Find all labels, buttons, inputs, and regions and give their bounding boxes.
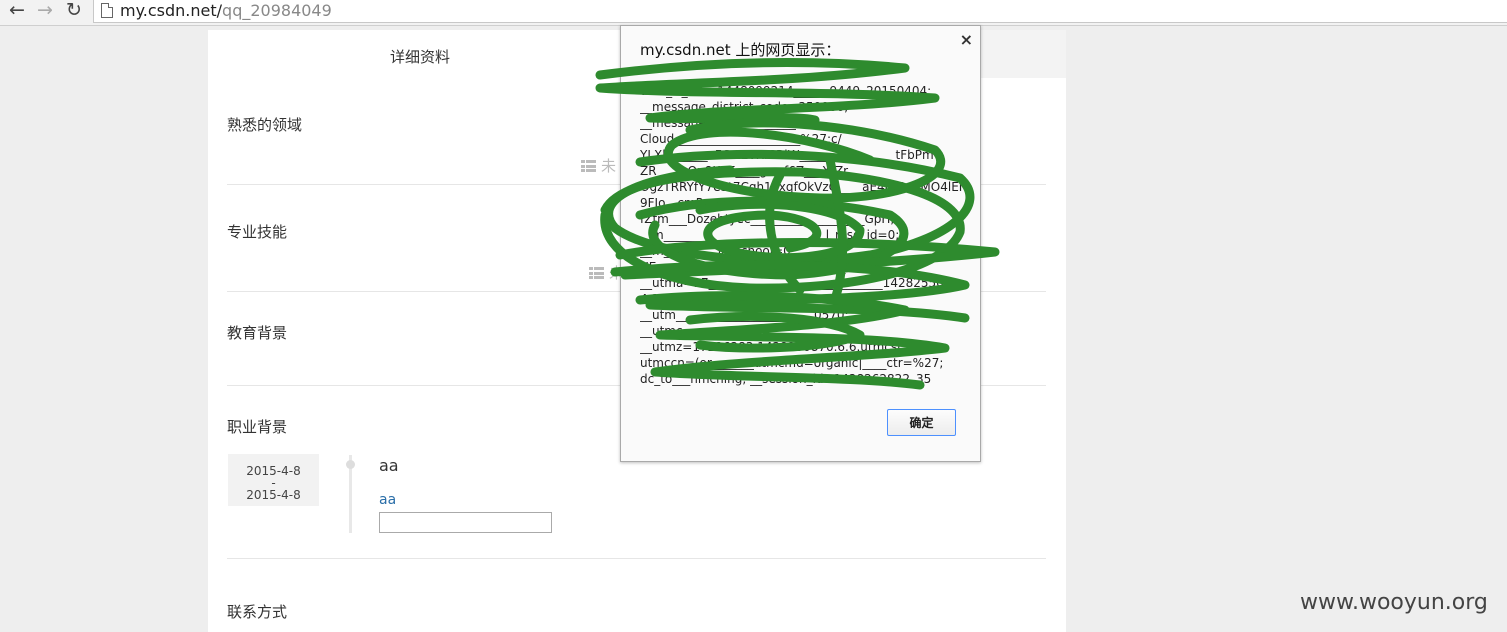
- dialog-message-line: __utmz=17226283.1428250870.6.6.utmcsr=so…: [640, 340, 930, 354]
- dialog-message-line: fZtm___Dozehtyec___________________GpH;: [640, 212, 895, 226]
- section-title-domains: 熟悉的领域: [227, 116, 303, 134]
- ok-button[interactable]: 确定: [887, 409, 956, 436]
- list-icon: [581, 160, 596, 172]
- url-host: my.csdn.net/: [120, 1, 223, 20]
- dialog-message-line: OgzTRRYfY7eSt7Cgh1vxqfOkVzO____aE4UjQucM…: [640, 180, 963, 194]
- dialog-message-line: __utmc=______;: [640, 324, 733, 338]
- page-icon: [101, 3, 113, 18]
- reload-icon[interactable]: ↻: [63, 0, 85, 22]
- career-job-title: aa: [379, 456, 399, 475]
- dialog-message-line: Cloud_____________________%27;c/: [640, 132, 842, 146]
- alert-dialog: my.csdn.net 上的网页显示： × uuid_tt_dd=-144809…: [620, 25, 981, 462]
- close-icon[interactable]: ×: [960, 30, 973, 49]
- section-title-contact: 联系方式: [227, 603, 288, 621]
- dialog-message-line: __message_district_code=350000;: [640, 100, 849, 114]
- career-date-range: 2015-4-8 - 2015-4-8: [228, 454, 319, 506]
- section-title-skills: 专业技能: [227, 223, 288, 241]
- dialog-message-line: dc_to___hmching; __session_id=1428262822…: [640, 372, 932, 386]
- address-bar[interactable]: my.csdn.net/qq_20984049: [93, 0, 1507, 23]
- address-url: my.csdn.net/qq_20984049: [120, 1, 332, 20]
- dialog-message-line: UE=_______________om|___utm____;: [640, 260, 850, 274]
- section-title-career: 职业背景: [227, 418, 288, 436]
- career-date-end: 2015-4-8: [246, 488, 301, 502]
- list-icon: [589, 267, 604, 279]
- url-path: qq_20984049: [222, 1, 332, 20]
- back-arrow-icon[interactable]: ←: [6, 0, 28, 22]
- dialog-message-line: __utm_______________________0570;: [640, 308, 849, 322]
- dialog-message-line: __m_________in_school=0;: [640, 244, 795, 258]
- tab-details-label: 详细资料: [390, 48, 451, 66]
- dialog-message-line: utmccn=(or_______utmcmd=organic|____ctr=…: [640, 356, 944, 370]
- dialog-message-line: __utma=17_____________________________14…: [640, 276, 944, 290]
- domains-empty-note: 未: [581, 155, 616, 176]
- domains-empty-text: 未: [601, 157, 617, 175]
- dialog-message-line: 9FIo__cmP___UA/YIIWv/: [640, 196, 780, 210]
- timeline-dot: [346, 460, 355, 469]
- watermark: www.wooyun.org: [1300, 590, 1488, 615]
- dialog-message-line: __m___________________________l_msg_id=0…: [640, 228, 900, 242]
- dialog-message-line: 4.14___25___;: [640, 292, 723, 306]
- dialog-message-line: __message_______________4;: [640, 116, 808, 130]
- dialog-message-line: uuid_tt_dd=-1448099214______9449_2015040…: [640, 84, 932, 98]
- dialog-message-line: ZR____yOp8K6E____gwxf6Z___X[Zr: [640, 164, 849, 178]
- skills-empty-note: 未: [589, 262, 624, 283]
- forward-arrow-icon[interactable]: →: [34, 0, 56, 22]
- career-injected-input[interactable]: [379, 512, 552, 533]
- divider: [227, 558, 1046, 559]
- browser-toolbar: ← → ↻ my.csdn.net/qq_20984049: [0, 0, 1507, 26]
- tab-details[interactable]: 详细资料: [208, 30, 636, 78]
- career-link[interactable]: aa: [379, 492, 396, 508]
- dialog-message: uuid_tt_dd=-1448099214______9449_2015040…: [640, 83, 970, 387]
- dialog-title: my.csdn.net 上的网页显示：: [640, 41, 841, 59]
- dialog-message-line: YLXl_______aFGzI2vRICRlW________________…: [640, 148, 934, 162]
- section-title-education: 教育背景: [227, 324, 288, 342]
